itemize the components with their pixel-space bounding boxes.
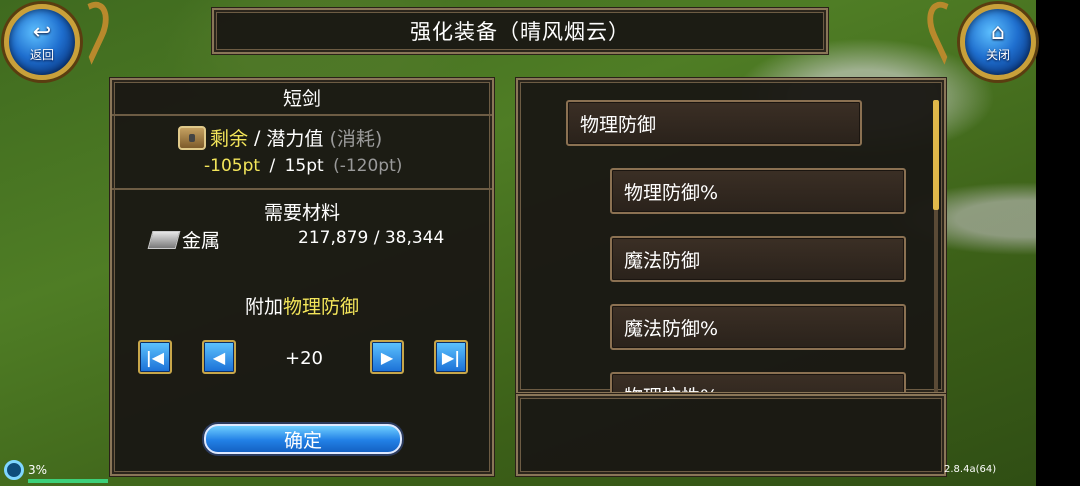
- screen-edge-bar: [1036, 0, 1080, 486]
- points-value-row: -105pt / 15pt (-120pt): [204, 156, 402, 176]
- return-arrow-icon: ↩: [32, 19, 52, 45]
- materials-title: 需要材料: [263, 202, 340, 224]
- skip-end-icon: ▶|: [441, 347, 461, 367]
- version-text: 2.8.4a(64): [944, 464, 997, 475]
- scrollbar-thumb[interactable]: [933, 100, 939, 210]
- item-name: 短剑: [282, 87, 321, 110]
- points-label-row: 剩余 / 潜力值 (消耗): [178, 124, 382, 151]
- option-label: 物理防御: [580, 113, 657, 136]
- title-bar: 强化装备（晴风烟云）: [211, 7, 829, 55]
- close-button[interactable]: ⌂ 关闭: [960, 4, 1036, 80]
- close-label: 关闭: [985, 47, 1010, 62]
- back-button[interactable]: ↩ 返回: [4, 4, 80, 80]
- skip-start-icon: |◀: [145, 347, 165, 367]
- back-label: 返回: [29, 47, 54, 62]
- remain-value: -105pt: [204, 156, 261, 176]
- option-item[interactable]: 物理抗性%: [610, 372, 906, 393]
- step-value: +20: [285, 348, 323, 369]
- attach-prefix: 附加: [244, 296, 283, 318]
- material-row: 金属: [147, 226, 221, 253]
- consume-label: (消耗): [329, 128, 383, 150]
- option-item[interactable]: 物理防御%: [610, 168, 906, 214]
- prev-icon: ◀: [212, 347, 226, 367]
- page-title: 强化装备（晴风烟云）: [410, 20, 630, 44]
- separator: /: [254, 126, 261, 149]
- potential-value: 15pt: [284, 156, 324, 176]
- confirm-button[interactable]: 确定: [204, 424, 402, 454]
- option-label: 物理抗性%: [624, 382, 718, 393]
- info-panel: [515, 393, 947, 477]
- confirm-label: 确定: [283, 429, 322, 452]
- separator: /: [269, 156, 276, 176]
- item-name-header: 短剑: [112, 80, 492, 116]
- attach-attr-name: 物理防御: [283, 296, 360, 318]
- metal-ingot-icon: [147, 230, 181, 249]
- option-item[interactable]: 魔法防御: [610, 236, 906, 282]
- consume-value: (-120pt): [333, 156, 403, 176]
- step-last-button[interactable]: ▶|: [434, 340, 468, 374]
- option-label: 魔法防御: [624, 249, 701, 272]
- step-next-button[interactable]: ▶: [370, 340, 404, 374]
- points-section: 剩余 / 潜力值 (消耗) -105pt / 15pt (-120pt): [112, 116, 492, 190]
- connection-icon: [4, 460, 24, 480]
- status-indicator: 3%: [4, 460, 47, 480]
- option-item[interactable]: 物理防御: [566, 100, 862, 146]
- enhance-panel: 短剑 剩余 / 潜力值 (消耗) -105pt / 15pt (-120pt) …: [109, 77, 495, 477]
- attribute-list-panel: 物理防御 物理防御% 魔法防御 魔法防御% 物理抗性%: [515, 77, 947, 395]
- treasure-chest-icon: [178, 125, 206, 150]
- step-first-button[interactable]: |◀: [138, 340, 172, 374]
- material-name: 金属: [182, 230, 221, 252]
- remain-label: 剩余: [210, 128, 249, 150]
- option-label: 物理防御%: [624, 181, 719, 204]
- next-icon: ▶: [380, 347, 394, 367]
- attach-attribute: 附加物理防御: [112, 292, 492, 319]
- option-label: 魔法防御%: [624, 317, 719, 340]
- battery-text: 3%: [28, 463, 48, 477]
- potential-label: 潜力值: [266, 128, 324, 150]
- material-amount: 217,879 / 38,344: [298, 228, 445, 248]
- home-icon: ⌂: [991, 19, 1005, 45]
- hp-bar: [28, 479, 108, 483]
- step-prev-button[interactable]: ◀: [202, 340, 236, 374]
- option-item[interactable]: 魔法防御%: [610, 304, 906, 350]
